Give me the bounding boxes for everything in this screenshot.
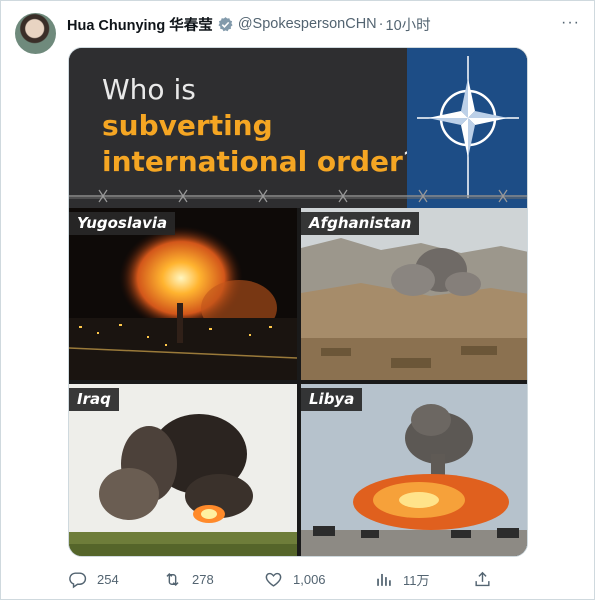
tweet-header: Hua Chunying 华春莹 @SpokespersonCHN · 10小时… (67, 14, 580, 34)
reply-icon (69, 572, 87, 589)
tweet-image[interactable]: Who is subverting international order? (68, 47, 528, 557)
photo-grid: Yugoslavia Afghanistan Iraq Libya (69, 208, 527, 556)
image-banner: Who is subverting international order? (69, 48, 527, 208)
timestamp[interactable]: 10小时 (386, 14, 431, 35)
reply-count: 254 (97, 572, 119, 587)
user-handle[interactable]: @SpokespersonCHN (238, 16, 377, 32)
retweet-button[interactable]: 278 (163, 570, 214, 589)
nato-panel (407, 48, 527, 208)
like-button[interactable]: 1,006 (264, 570, 326, 589)
title-line-3-text: international order (102, 145, 403, 178)
title-line-2: subverting (102, 109, 273, 142)
title-line-3: international order? (102, 144, 418, 180)
photo-libya: Libya (301, 384, 527, 556)
avatar[interactable] (15, 13, 56, 54)
views-button[interactable]: 11万 (374, 570, 430, 589)
photo-yugoslavia: Yugoslavia (69, 208, 297, 380)
photo-afghanistan: Afghanistan (301, 208, 527, 380)
reply-button[interactable]: 254 (68, 570, 119, 589)
nato-compass-icon (417, 56, 519, 198)
tweet-card[interactable]: Hua Chunying 华春莹 @SpokespersonCHN · 10小时… (0, 0, 595, 600)
retweet-count: 278 (192, 572, 214, 587)
title-line-1: Who is (102, 73, 196, 106)
like-count: 1,006 (293, 572, 326, 587)
country-label: Iraq (69, 388, 119, 411)
more-options-icon[interactable]: ··· (561, 14, 580, 32)
display-name[interactable]: Hua Chunying 华春莹 (67, 14, 213, 35)
verified-badge-icon (217, 16, 234, 33)
banner-title: Who is subverting international order? (102, 72, 418, 180)
barbed-wire-decoration (69, 189, 527, 203)
views-count: 11万 (403, 573, 430, 588)
heart-icon (265, 572, 282, 587)
separator-dot: · (378, 16, 384, 32)
country-label: Yugoslavia (69, 212, 176, 235)
retweet-icon (166, 572, 179, 587)
share-icon (475, 571, 490, 587)
views-chart-icon (377, 573, 391, 586)
country-label: Afghanistan (301, 212, 420, 235)
tweet-actions: 254 278 1,006 11万 (68, 570, 498, 592)
share-button[interactable] (473, 570, 502, 589)
photo-iraq: Iraq (69, 384, 297, 556)
country-label: Libya (301, 388, 363, 411)
